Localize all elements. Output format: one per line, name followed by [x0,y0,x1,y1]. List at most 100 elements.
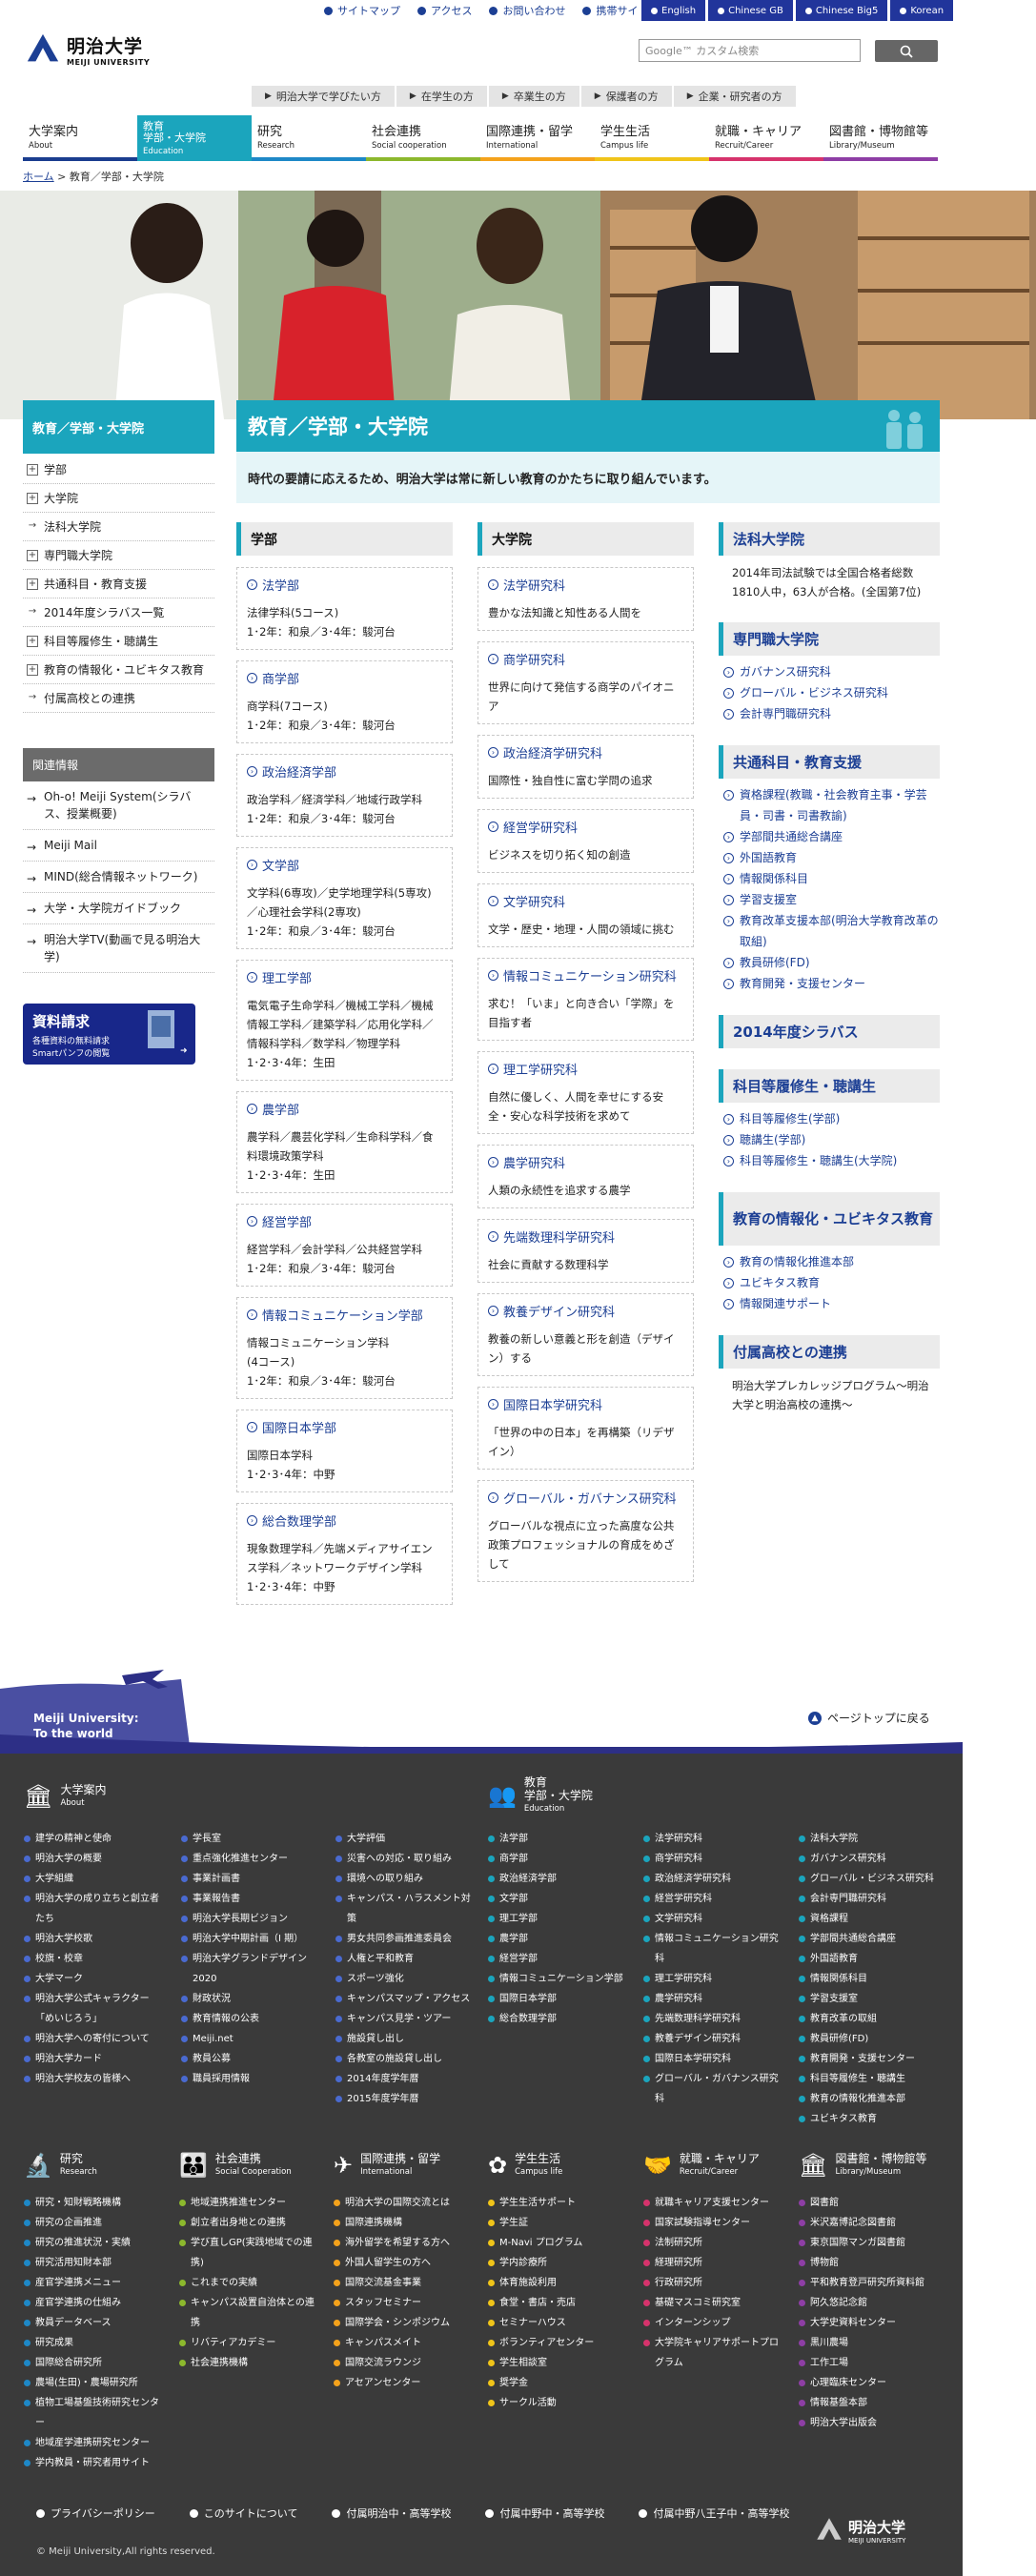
graduate-card[interactable]: › 理工学研究科 自然に優しく、人間を幸せにする安全・安心な科学技術を求めて [477,1051,694,1134]
section-heading[interactable]: 法科大学院 [719,522,940,556]
lang-chinese-big5[interactable]: Chinese Big5 [795,0,888,21]
site-logo[interactable]: 明治大学 MEIJI UNIVERSITY [25,31,150,68]
gnav-career[interactable]: 就職・キャリア Recruit/Career [709,115,823,161]
footer-career-heading[interactable]: 🤝 就職・キャリア Recruit/Career [643,2152,760,2179]
audience-students[interactable]: ▶ 在学生の方 [396,86,487,107]
section-heading[interactable]: 専門職大学院 [719,622,940,656]
sidebar-item-affiliated[interactable]: → 付属高校との連携 [23,684,214,713]
faculty-card[interactable]: › 法学部 法律学科(5コース) 1･2年：和泉／3･4年：駿河台 [236,567,453,650]
sidebar-item-graduate[interactable]: + 大学院 [23,484,214,513]
faculty-card[interactable]: › 農学部 農学科／農芸化学科／生命科学科／食料環境政策学科 1･2･3･4年：生田 [236,1091,453,1193]
lang-english[interactable]: English [641,0,706,21]
section-link[interactable]: › 情報関係科目 [719,868,940,889]
gnav-international[interactable]: 国際連携・留学 International [480,115,595,161]
lang-korean[interactable]: Korean [890,0,954,21]
section-link[interactable]: › 学部間共通総合講座 [719,826,940,847]
page-top-link[interactable]: ▲ ページトップに戻る [808,1710,930,1726]
graduate-card[interactable]: › 政治経済学研究科 国際性・独自性に富む学問の追求 [477,735,694,799]
section-link[interactable]: › 教育開発・支援センター [719,973,940,994]
section-link[interactable]: › 教員研修(FD) [719,952,940,973]
audience-business[interactable]: ▶ 企業・研究者の方 [673,86,796,107]
section-link[interactable]: › グローバル・ビジネス研究科 [719,682,940,703]
utility-link-contact[interactable]: お問い合わせ [489,3,565,18]
graduate-card[interactable]: › 商学研究科 世界に向けて発信する商学のパイオニア [477,641,694,724]
brochure-banner[interactable]: 資料請求 各種資料の無料請求 Smartパンフの閲覧 ➜ [23,1004,195,1065]
audience-prospective[interactable]: ▶ 明治大学で学びたい方 [252,86,395,107]
breadcrumb-home[interactable]: ホーム [23,171,54,183]
gnav-library[interactable]: 図書館・博物館等 Library/Museum [823,115,938,161]
footer-link-hachioji-hs[interactable]: 付属中野八王子中・高等学校 [639,2505,789,2521]
related-link-meijitv[interactable]: → 明治大学TV(動画で見る明治大学) [23,924,214,973]
sidebar-item-common[interactable]: + 共通科目・教育支援 [23,570,214,598]
section-link[interactable]: › 外国語教育 [719,847,940,868]
sidebar-item-law-school[interactable]: → 法科大学院 [23,513,214,541]
section-heading[interactable]: 付属高校との連携 [719,1335,940,1369]
footer-logo[interactable]: 明治大学 MEIJI UNIVERSITY [815,2516,905,2545]
graduate-card[interactable]: › 先端数理科学研究科 社会に貢献する数理科学 [477,1219,694,1283]
footer-social-heading[interactable]: 👪 社会連携 Social Cooperation [179,2152,292,2179]
related-link-mind[interactable]: → MIND(総合情報ネットワーク) [23,862,214,893]
footer-library-heading[interactable]: 🏛 図書館・博物館等 Library/Museum [799,2152,926,2179]
faculty-card[interactable]: › 政治経済学部 政治学科／経済学科／地域行政学科 1･2年：和泉／3･4年：駿河台 [236,754,453,837]
lang-chinese-gb[interactable]: Chinese GB [708,0,793,21]
section-link[interactable]: › 教育改革支援本部(明治大学教育改革の取組) [719,910,940,952]
faculty-card[interactable]: › 文学部 文学科(6専攻)／史学地理学科(5専攻)／心理社会学科(2専攻) 1･2… [236,847,453,949]
section-link[interactable]: › ユビキタス教育 [719,1272,940,1293]
graduate-card[interactable]: › 経営学研究科 ビジネスを切り拓く知の創造 [477,809,694,873]
sidebar-item-ubiquitous[interactable]: + 教育の情報化・ユビキタス教育 [23,656,214,684]
section-heading[interactable]: 教育の情報化・ユビキタス教育 [719,1192,940,1246]
sidebar-item-professional[interactable]: + 専門職大学院 [23,541,214,570]
graduate-card[interactable]: › 情報コミュニケーション研究科 求む！「いま」と向き合い「学際」を目指す者 [477,958,694,1041]
sidebar-item-auditors[interactable]: + 科目等履修生・聴講生 [23,627,214,656]
graduate-card[interactable]: › 教養デザイン研究科 教養の新しい意義と形を創造（デザイン）する [477,1293,694,1376]
gnav-about[interactable]: 大学案内 About [23,115,137,161]
faculty-card[interactable]: › 商学部 商学科(7コース) 1･2年：和泉／3･4年：駿河台 [236,660,453,743]
footer-campus-heading[interactable]: ✿ 学生生活 Campus life [488,2152,562,2179]
utility-link-access[interactable]: アクセス [417,3,472,18]
utility-link-mobile[interactable]: 携帯サイト [582,3,648,18]
graduate-card[interactable]: › 法学研究科 豊かな法知識と知性ある人間を [477,567,694,631]
sidebar-item-syllabus[interactable]: → 2014年度シラバス一覧 [23,598,214,627]
section-link[interactable]: › 科目等履修生(学部) [719,1108,940,1129]
section-link[interactable]: › 情報関連サポート [719,1293,940,1314]
section-link[interactable]: › 会計専門職研究科 [719,703,940,724]
footer-link-meiji-hs[interactable]: 付属明治中・高等学校 [332,2505,451,2521]
section-heading[interactable]: 共通科目・教育支援 [719,745,940,779]
section-link[interactable]: › ガバナンス研究科 [719,661,940,682]
utility-link-sitemap[interactable]: サイトマップ [324,3,400,18]
gnav-social[interactable]: 社会連携 Social cooperation [366,115,480,161]
section-link[interactable]: › 科目等履修生・聴講生(大学院) [719,1150,940,1171]
graduate-card[interactable]: › 農学研究科 人類の永続性を追求する農学 [477,1145,694,1208]
audience-alumni[interactable]: ▶ 卒業生の方 [488,86,579,107]
section-link[interactable]: › 学習支援室 [719,889,940,910]
audience-parents[interactable]: ▶ 保護者の方 [580,86,672,107]
graduate-card[interactable]: › 国際日本学研究科 「世界の中の日本」を再構築（リデザイン） [477,1387,694,1470]
gnav-education[interactable]: 教育 学部・大学院 Education [137,115,252,161]
section-heading[interactable]: 科目等履修生・聴講生 [719,1069,940,1103]
graduate-card[interactable]: › 文学研究科 文学・歴史・地理・人間の領域に挑む [477,883,694,947]
footer-link-nakano-hs[interactable]: 付属中野中・高等学校 [485,2505,604,2521]
sidebar-item-faculties[interactable]: + 学部 [23,456,214,484]
footer-link-about-site[interactable]: このサイトについて [189,2505,297,2521]
sidebar-title[interactable]: 教育／学部・大学院 [23,400,214,454]
faculty-card[interactable]: › 理工学部 電気電子生命学科／機械工学科／機械情報工学科／建築学科／応用化学科／情… [236,960,453,1081]
related-link-guidebook[interactable]: → 大学・大学院ガイドブック [23,893,214,924]
related-link-ohomeiji[interactable]: → Oh-o! Meiji System(シラバス、授業概要) [23,781,214,830]
gnav-research[interactable]: 研究 Research [252,115,366,161]
gnav-campus[interactable]: 学生生活 Campus life [595,115,709,161]
graduate-card[interactable]: › グローバル・ガバナンス研究科 グローバルな視点に立った高度な公共政策プロフェッシ… [477,1480,694,1582]
search-button[interactable] [875,40,938,62]
section-heading[interactable]: 2014年度シラバス [719,1015,940,1048]
footer-intl-heading[interactable]: ✈ 国際連携・留学 International [334,2152,440,2179]
footer-research-heading[interactable]: 🔬 研究 Research [24,2152,97,2179]
faculty-card[interactable]: › 情報コミュニケーション学部 情報コミュニケーション学科 (4コース) 1･2年：… [236,1297,453,1399]
footer-education-heading[interactable]: 👥 教育 学部・大学院 Education [488,1775,593,1815]
footer-link-privacy[interactable]: プライバシーポリシー [36,2505,155,2521]
faculty-card[interactable]: › 総合数理学部 現象数理学科／先端メディアサイエンス学科／ネットワークデザイン学科… [236,1503,453,1605]
related-link-meijimail[interactable]: → Meiji Mail [23,830,214,862]
faculty-card[interactable]: › 経営学部 経営学科／会計学科／公共経営学科 1･2年：和泉／3･4年：駿河台 [236,1204,453,1287]
faculty-card[interactable]: › 国際日本学部 国際日本学科 1･2･3･4年：中野 [236,1410,453,1492]
section-link[interactable]: › 資格課程(教職・社会教育主事・学芸員・司書・司書教諭) [719,784,940,826]
footer-about-heading[interactable]: 🏛 大学案内 About [24,1783,106,1810]
section-link[interactable]: › 聴講生(学部) [719,1129,940,1150]
